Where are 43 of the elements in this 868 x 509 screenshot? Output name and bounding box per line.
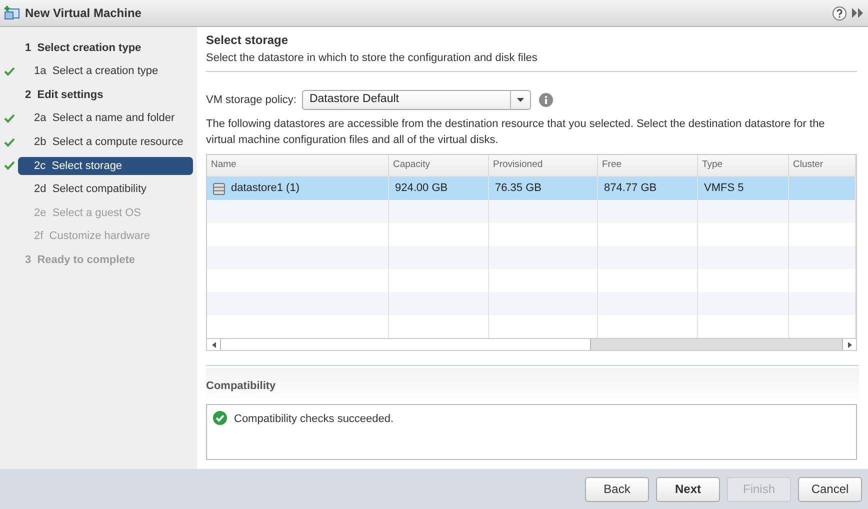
table-cell-text: datastore1 (1) (231, 181, 300, 196)
database-icon (213, 182, 225, 194)
policy-label: VM storage policy: (206, 92, 296, 108)
compatibility-message: Compatibility checks succeeded. (234, 412, 394, 427)
column-header[interactable]: Provisioned (489, 155, 598, 176)
table-row[interactable]: datastore1 (1) 924.00 GB 76.35 GB 874.77 GB VMFS 5 (207, 177, 856, 200)
left-arrow-icon[interactable] (212, 342, 216, 348)
right-arrow-icon[interactable] (848, 342, 852, 348)
wizard-button[interactable]: Back (585, 476, 649, 502)
column-header[interactable]: Type (698, 155, 789, 176)
step-item[interactable]: 1a Select a creation type (18, 62, 193, 80)
step-item[interactable]: 2d Select compatibility (18, 180, 193, 198)
column-header[interactable]: Cluster (789, 155, 856, 176)
caret-icon (517, 98, 524, 102)
page-title: Select storage (206, 33, 290, 47)
policy-dropdown[interactable]: Datastore Default (302, 90, 532, 110)
column-header[interactable]: Free (598, 155, 698, 176)
step-heading: 3 Ready to complete (24, 252, 136, 268)
double-arrow-icon[interactable] (852, 8, 864, 18)
column-header[interactable]: Capacity (389, 155, 489, 176)
horizontal-scrollbar[interactable] (207, 338, 856, 350)
info-icon[interactable] (539, 93, 554, 107)
step-item: 2e Select a guest OS (33, 206, 142, 221)
step-item[interactable]: 2c Select storage (18, 156, 193, 175)
step-item[interactable]: 2b Select a compute resource (18, 133, 193, 152)
step-heading[interactable]: 1 Select creation type (18, 38, 188, 57)
step-heading[interactable]: 2 Edit settings (18, 86, 188, 104)
virtual-machine-icon (4, 6, 20, 20)
column-header[interactable]: Name (207, 155, 389, 176)
help-icon[interactable] (832, 6, 847, 20)
table-cell-text: VMFS 5 (704, 181, 744, 196)
page-subtitle: Select the datastore in which to store the configuration and disk files (206, 51, 538, 65)
compatibility-title: Compatibility (206, 378, 276, 394)
step-item: 2f Customize hardware (33, 229, 152, 244)
window-title: New Virtual Machine (25, 5, 142, 22)
success-icon (213, 411, 227, 425)
description-text: The following datastores are accessible from the destination resource that you selected. Select the destination datastore for the virtual machine configuration files and all of the virtual disks. (206, 117, 826, 148)
table-cell-text: 924.00 GB (395, 181, 448, 196)
table-cell-text: 76.35 GB (495, 181, 542, 196)
table-cell-text: 874.77 GB (604, 181, 657, 196)
wizard-button[interactable]: Next (656, 476, 720, 502)
wizard-button[interactable]: Cancel (798, 476, 862, 502)
step-item[interactable]: 2a Select a name and folder (18, 110, 193, 128)
